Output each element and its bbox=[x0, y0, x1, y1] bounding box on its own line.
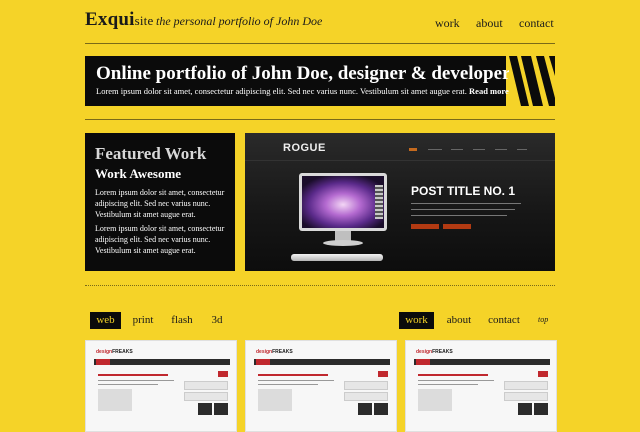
banner-divider bbox=[85, 119, 555, 120]
nav-work-link[interactable]: work bbox=[435, 16, 460, 31]
portfolio-thumbnail[interactable]: designFREAKS bbox=[405, 340, 557, 432]
thumbnail-text-line bbox=[98, 384, 158, 385]
portfolio-thumbnail[interactable]: designFREAKS bbox=[85, 340, 237, 432]
site-logo[interactable]: Exquisite bbox=[85, 9, 153, 31]
showcase-nav-item bbox=[428, 149, 442, 150]
post-text-line bbox=[411, 203, 521, 204]
featured-paragraph: Lorem ipsum dolor sit amet, consectetur … bbox=[95, 188, 225, 219]
thumbnail-logo-a: design bbox=[96, 349, 113, 355]
filter-flash-tab[interactable]: flash bbox=[167, 312, 197, 329]
thumbnail-image bbox=[418, 389, 452, 411]
showcase-button bbox=[443, 224, 471, 229]
banner-title: Online portfolio of John Doe, designer &… bbox=[96, 63, 511, 84]
featured-subheading: Work Awesome bbox=[95, 166, 182, 181]
dock-icons bbox=[375, 185, 383, 219]
showcase-divider bbox=[245, 160, 555, 161]
thumbnail-logo: designFREAKS bbox=[256, 349, 293, 355]
logo-site: site bbox=[134, 13, 154, 28]
showcase-brand: ROGUE bbox=[283, 142, 326, 154]
thumbnail-nav bbox=[414, 359, 550, 365]
showcase-nav-item bbox=[451, 149, 463, 150]
thumbnail-logo-b: FREAKS bbox=[272, 349, 293, 355]
thumbnail-logo-a: design bbox=[416, 349, 433, 355]
showcase-nav-active bbox=[409, 148, 417, 151]
site-tagline: the personal portfolio of John Doe bbox=[156, 14, 323, 28]
showcase-nav-item bbox=[495, 149, 507, 150]
thumbnail-text-line bbox=[418, 380, 494, 381]
thumbnail-tile bbox=[374, 403, 388, 415]
nav-contact-tab[interactable]: contact bbox=[484, 312, 524, 329]
thumbnail-heading bbox=[98, 374, 168, 376]
post-text-line bbox=[411, 215, 507, 216]
thumbnail-heading bbox=[258, 374, 328, 376]
thumbnail-logo-b: FREAKS bbox=[432, 349, 453, 355]
filter-print-tab[interactable]: print bbox=[128, 312, 158, 329]
thumbnail-box bbox=[344, 392, 388, 401]
nav-contact-link[interactable]: contact bbox=[519, 16, 554, 31]
banner-text: Lorem ipsum dolor sit amet, consectetur … bbox=[96, 86, 467, 96]
header-divider bbox=[85, 43, 555, 44]
featured-showcase-image[interactable]: ROGUE POST TITLE NO. 1 bbox=[245, 133, 555, 271]
nav-about-link[interactable]: about bbox=[476, 16, 503, 31]
thumbnail-text-line bbox=[418, 384, 478, 385]
thumbnail-box bbox=[344, 381, 388, 390]
post-text-line bbox=[411, 209, 515, 210]
filter-web-tab[interactable]: web bbox=[90, 312, 121, 329]
post-title: POST TITLE NO. 1 bbox=[411, 184, 516, 198]
keyboard-image bbox=[291, 254, 383, 261]
logo-main: Exqui bbox=[85, 9, 135, 30]
featured-heading: Featured Work bbox=[95, 144, 207, 163]
thumbnail-box bbox=[184, 392, 228, 401]
nav-about-tab[interactable]: about bbox=[442, 312, 476, 329]
thumbnail-logo-a: design bbox=[256, 349, 273, 355]
section-divider bbox=[85, 285, 555, 286]
thumbnail-badge bbox=[378, 371, 388, 377]
thumbnail-tile bbox=[518, 403, 532, 415]
thumbnail-box bbox=[504, 381, 548, 390]
thumbnail-tile bbox=[534, 403, 548, 415]
thumbnail-logo: designFREAKS bbox=[416, 349, 453, 355]
thumbnail-badge bbox=[218, 371, 228, 377]
portfolio-thumbnail[interactable]: designFREAKS bbox=[245, 340, 397, 432]
thumbnail-text-line bbox=[258, 384, 318, 385]
thumbnail-image bbox=[98, 389, 132, 411]
thumbnail-heading bbox=[418, 374, 488, 376]
banner-subtitle: Lorem ipsum dolor sit amet, consectetur … bbox=[96, 86, 517, 96]
nav-work-tab[interactable]: work bbox=[399, 312, 434, 329]
thumbnail-logo: designFREAKS bbox=[96, 349, 133, 355]
showcase-nav-item bbox=[517, 149, 527, 150]
thumbnail-logo-b: FREAKS bbox=[112, 349, 133, 355]
showcase-nav-item bbox=[473, 149, 485, 150]
thumbnail-nav bbox=[254, 359, 390, 365]
thumbnail-nav bbox=[94, 359, 230, 365]
thumbnail-box bbox=[184, 381, 228, 390]
thumbnail-tile bbox=[198, 403, 212, 415]
filter-3d-tab[interactable]: 3d bbox=[205, 312, 229, 329]
thumbnail-tile bbox=[358, 403, 372, 415]
stripe-decoration bbox=[509, 56, 555, 106]
intro-banner: Online portfolio of John Doe, designer &… bbox=[85, 56, 517, 106]
featured-paragraph: Lorem ipsum dolor sit amet, consectetur … bbox=[95, 224, 225, 255]
thumbnail-text-line bbox=[258, 380, 334, 381]
thumbnail-text-line bbox=[98, 380, 174, 381]
thumbnail-box bbox=[504, 392, 548, 401]
showcase-button bbox=[411, 224, 439, 229]
thumbnail-image bbox=[258, 389, 292, 411]
featured-panel: Featured Work Work Awesome Lorem ipsum d… bbox=[85, 133, 235, 271]
thumbnail-tile bbox=[214, 403, 228, 415]
thumbnail-badge bbox=[538, 371, 548, 377]
back-to-top-link[interactable]: top bbox=[538, 315, 548, 324]
